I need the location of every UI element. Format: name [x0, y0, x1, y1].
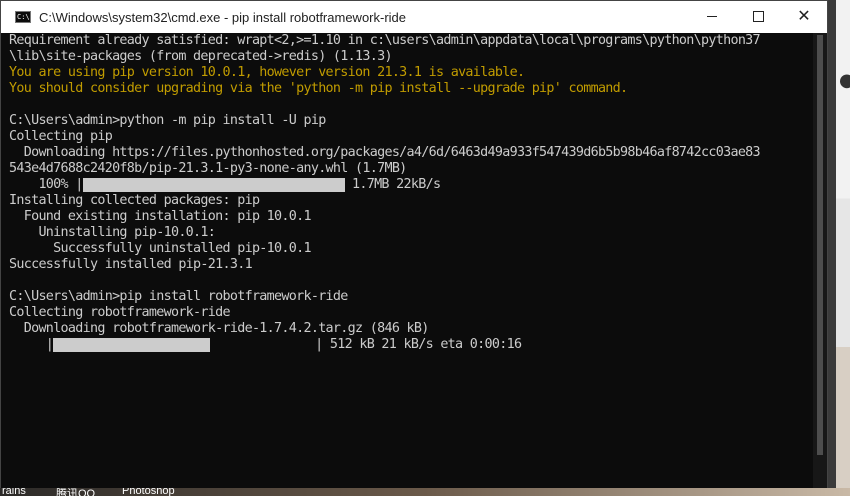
- close-icon: ✕: [797, 6, 811, 25]
- maximize-icon: [752, 10, 764, 22]
- taskbar-item[interactable]: 腾讯QQ: [56, 488, 95, 496]
- progress-bar-fill: [53, 338, 211, 352]
- title-bar[interactable]: C:\ C:\Windows\system32\cmd.exe - pip in…: [1, 1, 827, 33]
- console-line: Successfully uninstalled pip-10.0.1: [9, 241, 311, 256]
- close-button[interactable]: ✕: [781, 1, 827, 31]
- progress-prefix: |: [9, 337, 54, 352]
- taskbar-item[interactable]: rains: [2, 488, 26, 496]
- console-line: 543e4d7688c2420f8b/pip-21.3.1-py3-none-a…: [9, 161, 407, 176]
- desktop-icon-fragment: ●: [839, 70, 850, 91]
- window-title: C:\Windows\system32\cmd.exe - pip instal…: [39, 9, 407, 25]
- progress-prefix: 100% |: [9, 177, 83, 192]
- minimize-icon: [707, 15, 717, 17]
- console-line: Collecting pip: [9, 129, 113, 144]
- progress-line: 100% | 1.7MB 22kB/s: [9, 177, 827, 193]
- maximize-button[interactable]: [735, 1, 781, 31]
- console-line: C:\Users\admin>pip install robotframewor…: [9, 289, 348, 304]
- console-line: Downloading robotframework-ride-1.7.4.2.…: [9, 321, 430, 336]
- progress-suffix: 1.7MB 22kB/s: [344, 177, 441, 192]
- minimize-button[interactable]: [689, 1, 735, 31]
- taskbar: rains 腾讯QQ Photoshop: [0, 488, 850, 496]
- console-line: You are using pip version 10.0.1, howeve…: [9, 65, 525, 80]
- console-output[interactable]: Requirement already satisfied: wrapt<2,>…: [9, 33, 827, 479]
- console-line: Successfully installed pip-21.3.1: [9, 257, 253, 272]
- console-line: You should consider upgrading via the 'p…: [9, 81, 628, 96]
- progress-suffix: | 512 kB 21 kB/s eta 0:00:16: [315, 337, 522, 352]
- progress-track: [53, 338, 315, 355]
- console-line: Installing collected packages: pip: [9, 193, 260, 208]
- progress-line: | | 512 kB 21 kB/s eta 0:00:16: [9, 337, 827, 353]
- console-line: Found existing installation: pip 10.0.1: [9, 209, 312, 224]
- taskbar-item[interactable]: Photoshop: [122, 488, 175, 496]
- console-line: Collecting robotframework-ride: [9, 305, 231, 320]
- cmd-app-icon: C:\: [15, 11, 31, 23]
- console-line: \lib\site-packages (from deprecated->red…: [9, 49, 393, 64]
- progress-bar-fill: [82, 178, 345, 192]
- console-line: Requirement already satisfied: wrapt<2,>…: [9, 33, 761, 48]
- scrollbar-thumb[interactable]: [817, 35, 823, 455]
- console-line: C:\Users\admin>python -m pip install -U …: [9, 113, 326, 128]
- console-line: Downloading https://files.pythonhosted.o…: [9, 145, 761, 160]
- console-line: Uninstalling pip-10.0.1:: [9, 225, 216, 240]
- cmd-window: C:\ C:\Windows\system32\cmd.exe - pip in…: [0, 0, 828, 489]
